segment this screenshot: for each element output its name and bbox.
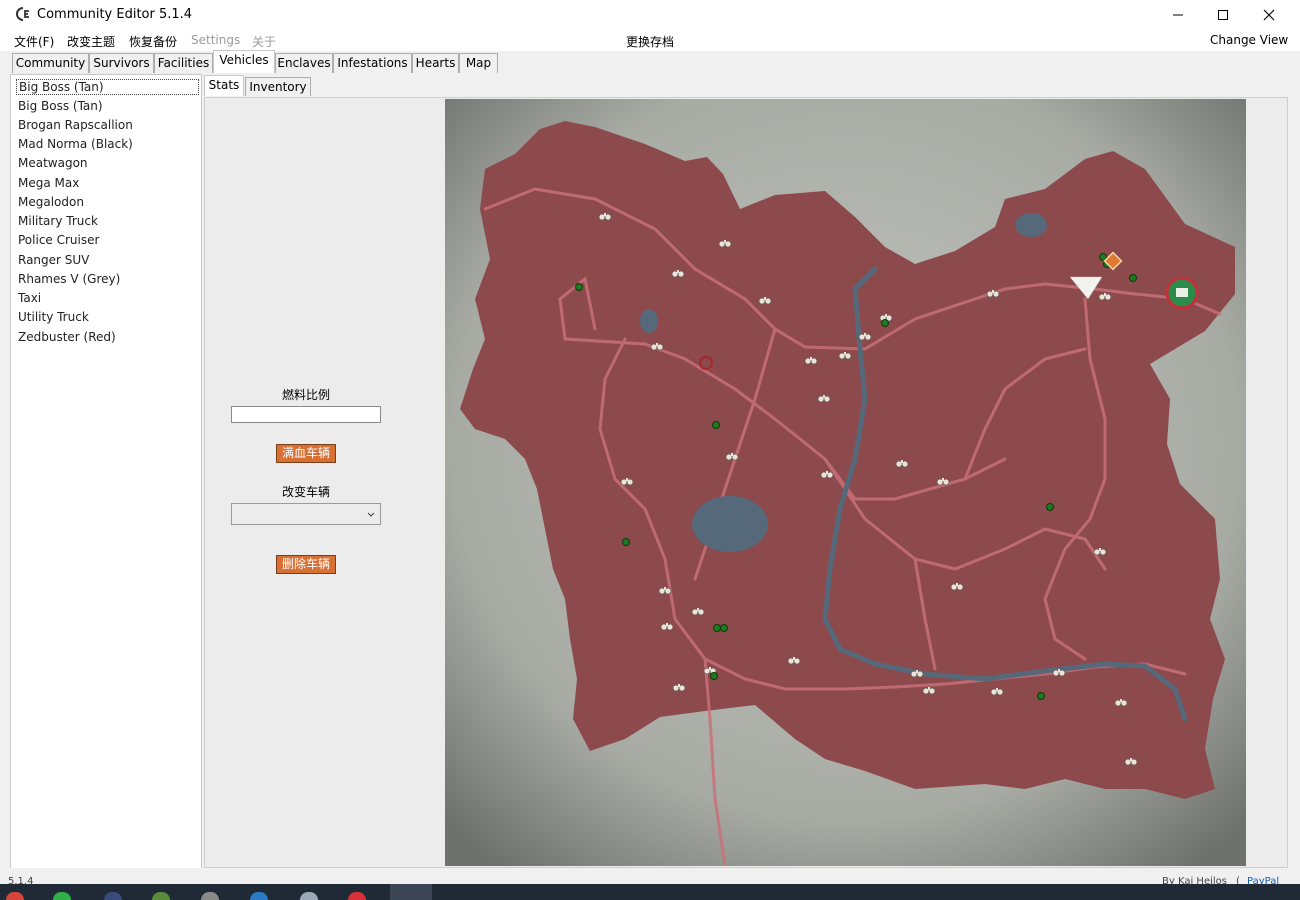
vehicle-list[interactable]: Big Boss (Tan) Big Boss (Tan) Brogan Rap… <box>10 74 202 870</box>
map-landmass <box>460 121 1235 799</box>
taskbar-app-icon[interactable] <box>53 892 71 900</box>
taskbar-app-icon[interactable] <box>104 892 122 900</box>
tab-facilities[interactable]: Facilities <box>154 53 213 73</box>
tab-stats[interactable]: Stats <box>204 75 244 96</box>
taskbar-app-icon[interactable] <box>201 892 219 900</box>
taskbar-app-icon[interactable] <box>348 892 366 900</box>
vehicle-list-item[interactable]: Big Boss (Tan) <box>18 99 103 113</box>
map-outpost-glyph <box>1176 288 1188 297</box>
tab-vehicles[interactable]: Vehicles <box>213 50 275 73</box>
vehicle-list-item[interactable]: Military Truck <box>18 214 98 228</box>
menu-switch-save[interactable]: 更换存档 <box>626 33 674 50</box>
vehicle-list-item[interactable]: Taxi <box>18 291 41 305</box>
vehicle-list-item[interactable]: Big Boss (Tan) <box>16 79 199 95</box>
map-image <box>445 99 1246 866</box>
window-title: Community Editor 5.1.4 <box>37 7 193 22</box>
menu-about[interactable]: 关于 <box>252 33 276 50</box>
menu-settings[interactable]: Settings <box>191 33 240 47</box>
close-icon <box>1263 9 1275 21</box>
vehicle-list-item[interactable]: Police Cruiser <box>18 233 99 247</box>
vehicle-list-item[interactable]: Brogan Rapscallion <box>18 118 133 132</box>
maximize-button[interactable] <box>1200 0 1246 30</box>
vehicle-list-item[interactable]: Mega Max <box>18 176 79 190</box>
minimize-button[interactable] <box>1155 0 1201 30</box>
vehicle-list-item[interactable]: Ranger SUV <box>18 253 89 267</box>
tab-enclaves[interactable]: Enclaves <box>275 53 333 73</box>
map-lake <box>692 496 768 552</box>
minimize-icon <box>1173 14 1183 16</box>
tab-inventory[interactable]: Inventory <box>245 77 311 96</box>
vehicle-list-item[interactable]: Rhames V (Grey) <box>18 272 120 286</box>
title-bar: Community Editor 5.1.4 <box>0 0 1300 30</box>
fuel-label: 燃料比例 <box>281 388 330 402</box>
taskbar-app-icon[interactable] <box>250 892 268 900</box>
heal-vehicle-button[interactable]: 满血车辆 <box>276 444 336 463</box>
menu-file[interactable]: 文件(F) <box>14 33 54 50</box>
app-icon <box>16 7 29 21</box>
menu-restore-backup[interactable]: 恢复备份 <box>129 33 177 50</box>
maximize-icon <box>1218 10 1228 20</box>
menu-change-view[interactable]: Change View <box>1210 33 1288 47</box>
tab-infestations[interactable]: Infestations <box>333 53 412 73</box>
close-button[interactable] <box>1246 0 1292 30</box>
change-vehicle-label: 改变车辆 <box>281 485 330 499</box>
delete-vehicle-button[interactable]: 删除车辆 <box>276 555 336 574</box>
map-pond <box>640 309 658 333</box>
vehicle-list-item[interactable]: Zedbuster (Red) <box>18 330 116 344</box>
taskbar <box>0 884 1300 900</box>
tab-survivors[interactable]: Survivors <box>89 53 154 73</box>
vehicle-list-item[interactable]: Utility Truck <box>18 310 89 324</box>
change-vehicle-select[interactable] <box>231 503 381 525</box>
chevron-down-icon <box>367 512 375 517</box>
taskbar-app-icon[interactable] <box>6 892 24 900</box>
fuel-input[interactable] <box>231 406 381 423</box>
menu-theme[interactable]: 改变主题 <box>67 33 115 50</box>
map-pond <box>1015 213 1047 237</box>
menu-bar: 文件(F) 改变主题 恢复备份 Settings 关于 更换存档 Change … <box>0 30 1300 51</box>
tab-hearts[interactable]: Hearts <box>412 53 459 73</box>
tab-community[interactable]: Community <box>12 53 89 73</box>
vehicle-list-item[interactable]: Meatwagon <box>18 156 88 170</box>
app-window: Community Editor 5.1.4 文件(F) 改变主题 恢复备份 S… <box>0 0 1300 887</box>
taskbar-app-icon[interactable] <box>300 892 318 900</box>
taskbar-active-app[interactable] <box>390 884 432 900</box>
vehicle-map[interactable] <box>445 99 1246 866</box>
vehicle-list-item[interactable]: Mad Norma (Black) <box>18 137 133 151</box>
vehicle-list-item[interactable]: Megalodon <box>18 195 84 209</box>
taskbar-app-icon[interactable] <box>152 892 170 900</box>
tab-map[interactable]: Map <box>459 53 498 73</box>
status-bar: 5.1.4 By Kai Heilos ( PayPal <box>0 868 1300 887</box>
